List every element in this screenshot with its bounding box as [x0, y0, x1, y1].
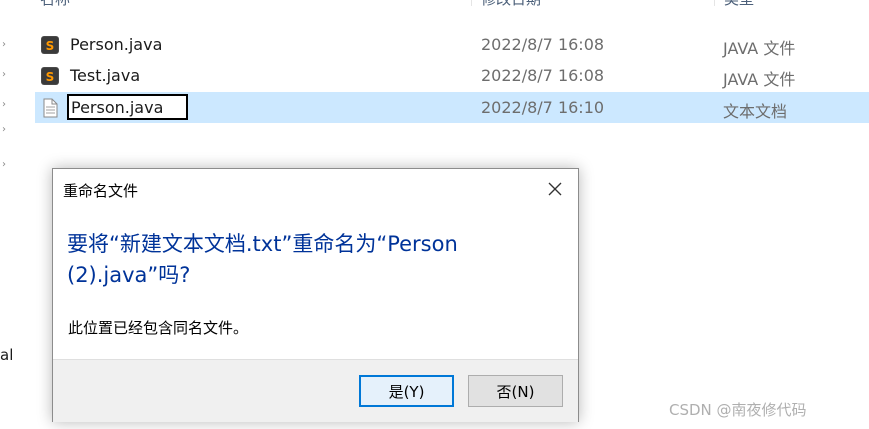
file-modified-date: 2022/8/7 16:10	[481, 98, 605, 117]
file-modified-date: 2022/8/7 16:08	[481, 66, 605, 85]
svg-text:S: S	[46, 70, 55, 84]
file-row-selected[interactable]: Person.java 2022/8/7 16:10 文本文档	[35, 92, 869, 123]
file-type: JAVA 文件	[723, 39, 796, 58]
chevron-right-icon[interactable]: ›	[2, 160, 6, 170]
column-header-type[interactable]: 类型	[724, 0, 754, 9]
text-document-icon	[43, 98, 58, 118]
column-divider[interactable]	[471, 0, 472, 6]
chevron-right-icon[interactable]: ›	[2, 70, 6, 80]
rename-file-dialog: 重命名文件 要将“新建文本文档.txt”重命名为“Person (2).java…	[52, 168, 579, 422]
chevron-right-icon[interactable]: ›	[2, 125, 6, 135]
file-row[interactable]: S Person.java 2022/8/7 16:08 JAVA 文件	[35, 29, 869, 60]
dialog-title: 重命名文件	[63, 182, 139, 200]
watermark: CSDN @南夜修代码	[669, 401, 807, 419]
file-type: 文本文档	[723, 102, 788, 121]
chevron-right-icon[interactable]: ›	[2, 40, 6, 50]
close-button[interactable]	[538, 173, 572, 205]
nav-item-label[interactable]: al	[0, 346, 13, 364]
dialog-message: 此位置已经包含同名文件。	[68, 319, 249, 337]
rename-input-value: Person.java	[71, 98, 164, 117]
navigation-pane: › › › › › al	[0, 0, 20, 429]
column-header-row: 名称 修改日期 类型	[0, 0, 869, 10]
no-button[interactable]: 否(N)	[468, 375, 563, 407]
dialog-heading: 要将“新建文本文档.txt”重命名为“Person (2).java”吗?	[67, 232, 458, 287]
file-name: Person.java	[70, 35, 163, 54]
column-header-date[interactable]: 修改日期	[481, 0, 541, 9]
sublime-file-icon: S	[41, 36, 59, 54]
yes-button[interactable]: 是(Y)	[359, 375, 454, 407]
sublime-file-icon: S	[41, 67, 59, 85]
file-type: JAVA 文件	[723, 70, 796, 89]
file-row[interactable]: S Test.java 2022/8/7 16:08 JAVA 文件	[35, 60, 869, 91]
close-icon	[548, 182, 562, 196]
dialog-button-bar: 是(Y) 否(N)	[53, 359, 578, 422]
rename-input[interactable]: Person.java	[67, 94, 188, 120]
column-header-name[interactable]: 名称	[40, 0, 70, 9]
file-modified-date: 2022/8/7 16:08	[481, 35, 605, 54]
svg-text:S: S	[46, 39, 55, 53]
chevron-right-icon[interactable]: ›	[2, 100, 6, 110]
column-divider[interactable]	[714, 0, 715, 6]
file-name: Test.java	[70, 66, 141, 85]
file-explorer-window: › › › › › al 名称 修改日期 类型 S Person.java 20…	[0, 0, 869, 429]
